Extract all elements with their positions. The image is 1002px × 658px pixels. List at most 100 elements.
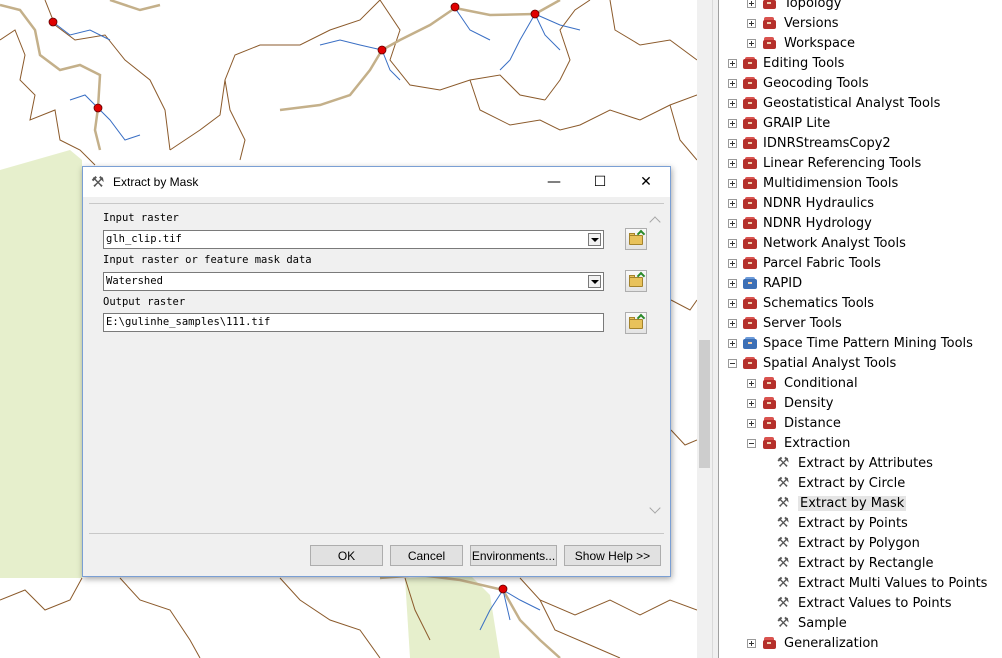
dialog-scrollbar[interactable] (649, 210, 663, 522)
tree-item[interactable]: Generalization (747, 633, 879, 653)
extract-by-mask-dialog: ⚒ Extract by Mask — ☐ ✕ Input raster glh… (82, 166, 671, 577)
python-toolbox-icon (742, 276, 758, 290)
toolbox-icon (742, 96, 758, 110)
mask-data-dropdown[interactable]: Watershed (103, 272, 604, 291)
input-raster-value: glh_clip.tif (106, 233, 182, 245)
close-button[interactable]: ✕ (623, 167, 669, 197)
tree-item[interactable]: ⚒ Extract by Points (766, 513, 908, 533)
toolbox-icon (742, 56, 758, 70)
tree-item[interactable]: Linear Referencing Tools (728, 153, 921, 173)
expand-icon[interactable] (728, 58, 737, 68)
tree-item[interactable]: ⚒ Sample (766, 613, 847, 633)
parameters-panel: Input raster glh_clip.tif Input raster o… (91, 205, 647, 533)
tree-item[interactable]: Network Analyst Tools (728, 233, 906, 253)
expand-icon[interactable] (728, 178, 737, 188)
collapse-icon[interactable] (728, 358, 737, 368)
toolbox-icon (742, 356, 758, 370)
tool-hammer-icon: ⚒ (776, 555, 790, 571)
minimize-button[interactable]: — (531, 167, 577, 197)
output-raster-value: E:\gulinhe_samples\111.tif (106, 316, 271, 328)
tree-item[interactable]: NDNR Hydraulics (728, 193, 874, 213)
tree-item-label: Server Tools (763, 315, 842, 331)
expand-icon[interactable] (728, 198, 737, 208)
tree-item[interactable]: Server Tools (728, 313, 842, 333)
scroll-up-icon[interactable] (649, 216, 661, 228)
tree-item[interactable]: Topology (747, 0, 841, 13)
expand-icon[interactable] (728, 258, 737, 268)
tree-item[interactable]: Spatial Analyst Tools (728, 353, 896, 373)
tree-item[interactable]: ⚒ Extract by Attributes (766, 453, 933, 473)
tree-item[interactable]: IDNRStreamsCopy2 (728, 133, 891, 153)
expand-icon[interactable] (747, 378, 756, 388)
tree-item[interactable]: Geostatistical Analyst Tools (728, 93, 940, 113)
expand-icon[interactable] (728, 318, 737, 328)
tree-item[interactable]: NDNR Hydrology (728, 213, 872, 233)
toolbox-icon (742, 316, 758, 330)
tree-item[interactable]: ⚒ Extract by Mask (766, 493, 907, 513)
tree-item-label: Spatial Analyst Tools (763, 355, 897, 371)
output-raster-input[interactable]: E:\gulinhe_samples\111.tif (103, 313, 604, 332)
tree-item[interactable]: Density (747, 393, 833, 413)
tree-item[interactable]: ⚒ Extract by Polygon (766, 533, 920, 553)
tree-item[interactable]: Extraction (747, 433, 850, 453)
tree-item[interactable]: ⚒ Extract Multi Values to Points (766, 573, 988, 593)
map-vertical-scrollbar[interactable] (697, 0, 712, 658)
toolbox-tree[interactable]: Topology Versions Workspace Editing Tools Ge… (720, 0, 1002, 658)
mask-data-browse-button[interactable] (625, 270, 647, 292)
input-raster-dropdown[interactable]: glh_clip.tif (103, 230, 604, 249)
tree-item-label: Network Analyst Tools (763, 235, 906, 251)
expand-icon[interactable] (747, 18, 756, 28)
tree-item[interactable]: ⚒ Extract Values to Points (766, 593, 952, 613)
tree-item[interactable]: Multidimension Tools (728, 173, 898, 193)
tree-item[interactable]: Versions (747, 13, 839, 33)
tree-item[interactable]: Parcel Fabric Tools (728, 253, 881, 273)
dropdown-arrow-icon[interactable] (588, 233, 601, 246)
dropdown-arrow-icon[interactable] (588, 275, 601, 288)
tree-item[interactable]: Workspace (747, 33, 855, 53)
pane-divider[interactable] (712, 0, 719, 658)
maximize-button[interactable]: ☐ (577, 167, 623, 197)
expand-icon[interactable] (747, 0, 756, 8)
tree-item-label: Extract by Points (798, 515, 908, 531)
ok-button[interactable]: OK (310, 545, 383, 566)
expand-icon[interactable] (728, 278, 737, 288)
tree-item[interactable]: Schematics Tools (728, 293, 874, 313)
tree-item[interactable]: ⚒ Extract by Circle (766, 473, 906, 493)
toolbox-icon (742, 76, 758, 90)
expand-icon[interactable] (728, 158, 737, 168)
dialog-titlebar[interactable]: ⚒ Extract by Mask — ☐ ✕ (83, 167, 670, 197)
expand-icon[interactable] (747, 38, 756, 48)
expand-icon[interactable] (728, 238, 737, 248)
tree-item[interactable]: RAPID (728, 273, 802, 293)
scrollbar-thumb[interactable] (699, 340, 710, 468)
expand-icon[interactable] (728, 218, 737, 228)
show-help-button[interactable]: Show Help >> (564, 545, 661, 566)
tree-item-label: Extract Multi Values to Points (798, 575, 988, 591)
expand-icon[interactable] (747, 418, 756, 428)
tree-item[interactable]: Distance (747, 413, 841, 433)
expand-icon[interactable] (747, 398, 756, 408)
expand-icon[interactable] (728, 138, 737, 148)
expand-icon[interactable] (728, 338, 737, 348)
output-raster-browse-button[interactable] (625, 312, 647, 334)
tool-hammer-icon: ⚒ (776, 515, 790, 531)
expand-icon[interactable] (728, 298, 737, 308)
tree-item[interactable]: GRAIP Lite (728, 113, 830, 133)
expand-icon[interactable] (747, 638, 756, 648)
hammer-icon: ⚒ (91, 173, 105, 191)
environments-button[interactable]: Environments... (470, 545, 557, 566)
tree-item[interactable]: Geocoding Tools (728, 73, 869, 93)
collapse-icon[interactable] (747, 438, 756, 448)
mask-data-value: Watershed (106, 275, 163, 287)
tree-item[interactable]: Space Time Pattern Mining Tools (728, 333, 973, 353)
expand-icon[interactable] (728, 98, 737, 108)
tree-item[interactable]: Editing Tools (728, 53, 844, 73)
expand-icon[interactable] (728, 78, 737, 88)
tree-item[interactable]: ⚒ Extract by Rectangle (766, 553, 934, 573)
scroll-down-icon[interactable] (649, 502, 661, 514)
tree-item[interactable]: Conditional (747, 373, 858, 393)
close-icon: ✕ (640, 174, 652, 190)
cancel-button[interactable]: Cancel (390, 545, 463, 566)
expand-icon[interactable] (728, 118, 737, 128)
input-raster-browse-button[interactable] (625, 228, 647, 250)
